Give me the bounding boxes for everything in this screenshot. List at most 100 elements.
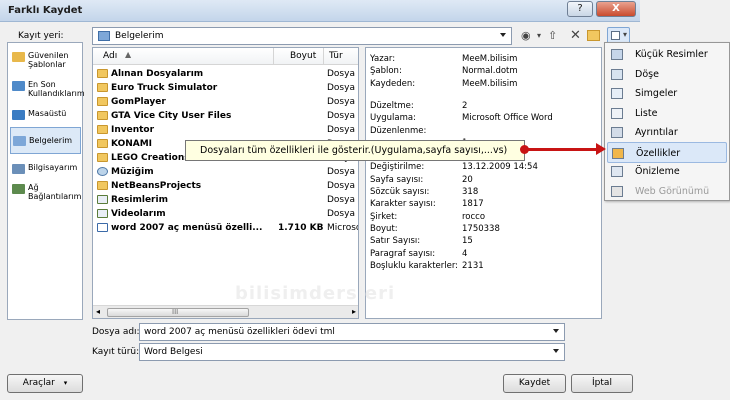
file-row[interactable]: Alınan Dosyalarım Dosya k	[93, 67, 358, 81]
file-row[interactable]: GomPlayer Dosya k	[93, 95, 358, 109]
property-label: Sözcük sayısı:	[370, 187, 430, 197]
file-row[interactable]: Resimlerim Dosya k	[93, 193, 358, 207]
places-bar: Güvenilen Şablonlar En Son Kullandıkları…	[7, 42, 85, 320]
tools-label: Araçlar	[22, 378, 55, 388]
file-row[interactable]: Müziğim Dosya k	[93, 165, 358, 179]
file-row[interactable]: Euro Truck Simulator Dosya k	[93, 81, 358, 95]
back-dropdown-icon[interactable]: ▾	[537, 28, 541, 44]
file-name: NetBeansProjects	[111, 181, 202, 191]
documents-icon	[13, 136, 26, 146]
filename-field[interactable]: word 2007 aç menüsü özellikleri ödevi tm…	[139, 323, 565, 341]
up-folder-icon[interactable]: ⇧	[548, 28, 557, 44]
property-value: 2	[462, 100, 468, 111]
property-value: 4	[462, 248, 468, 259]
close-button[interactable]: X	[596, 1, 636, 17]
place-recent[interactable]: En Son Kullandıklarım	[10, 80, 85, 98]
place-network[interactable]: Ağ Bağlantılarım	[10, 183, 81, 201]
file-list[interactable]: Adı ▲ Boyut Tür Alınan Dosyalarım Dosya k…	[92, 47, 359, 319]
property-value: 13.12.2009 14:54	[462, 162, 538, 173]
place-trusted-templates[interactable]: Güvenilen Şablonlar	[10, 51, 81, 69]
column-name[interactable]: Adı	[103, 51, 117, 61]
delete-icon[interactable]: ✕	[570, 28, 581, 44]
property-label: Kaydeden:	[370, 78, 416, 89]
place-desktop[interactable]: Masaüstü	[10, 109, 81, 120]
file-row[interactable]: GTA Vice City User Files Dosya k	[93, 109, 358, 123]
view-option-6[interactable]: Özellikler	[607, 141, 727, 163]
view-option-3[interactable]: Simgeler	[607, 83, 727, 104]
back-icon[interactable]: ◉	[521, 28, 531, 44]
property-value: 15	[462, 236, 473, 247]
property-value: rocco	[462, 211, 486, 222]
help-button[interactable]: ?	[567, 1, 593, 17]
save-button[interactable]: Kaydet	[503, 374, 566, 393]
view-option-label: Ayrıntılar	[635, 127, 678, 138]
tools-button[interactable]: Araçlar ▾	[7, 374, 83, 393]
desktop-icon	[12, 110, 25, 120]
file-row[interactable]: NetBeansProjects Dosya k	[93, 179, 358, 193]
file-name: Alınan Dosyalarım	[111, 69, 204, 79]
window-title: Farklı Kaydet	[8, 5, 83, 16]
file-row[interactable]: Inventor Dosya k	[93, 123, 358, 137]
filename-value: word 2007 aç menüsü özellikleri ödevi tm…	[144, 327, 335, 337]
file-name: Inventor	[111, 125, 155, 135]
computer-icon	[12, 164, 25, 174]
property-label: Şablon:	[370, 66, 402, 77]
file-list-header: Adı ▲ Boyut Tür	[93, 48, 358, 65]
property-label: Yazar:	[370, 54, 396, 64]
column-divider[interactable]	[273, 48, 274, 65]
property-value: 1750338	[462, 223, 500, 234]
horizontal-scrollbar[interactable]: ◂ III ▸	[93, 305, 358, 318]
view-option-label: Döşe	[635, 68, 659, 80]
file-type: Dosya k	[327, 195, 358, 205]
file-name: word 2007 aç menüsü özelli...	[111, 223, 263, 233]
view-option-label: Web Görünümü	[635, 185, 710, 197]
file-name: Euro Truck Simulator	[111, 83, 218, 93]
media-folder-icon	[97, 195, 108, 204]
cancel-button[interactable]: İptal	[571, 374, 633, 393]
column-divider[interactable]	[323, 48, 324, 65]
filetype-label: Kayıt türü:	[92, 347, 140, 357]
column-size[interactable]: Boyut	[290, 51, 316, 61]
scroll-right-icon[interactable]: ▸	[352, 307, 356, 316]
property-value: 20	[462, 174, 473, 185]
chevron-down-icon: ▾	[63, 379, 68, 387]
property-value: Normal.dotm	[462, 66, 518, 77]
view-option-5[interactable]: Ayrıntılar	[607, 122, 727, 143]
property-label: Paragraf sayısı:	[370, 248, 436, 259]
scroll-left-icon[interactable]: ◂	[96, 307, 100, 316]
location-label: Kayıt yeri:	[18, 31, 64, 41]
file-name: GTA Vice City User Files	[111, 111, 232, 121]
view-option-7[interactable]: Önizleme	[607, 161, 727, 182]
file-size: 1.710 KB	[278, 223, 324, 233]
file-type: Dosya k	[327, 83, 358, 93]
view-option-4[interactable]: Liste	[607, 103, 727, 124]
new-folder-icon[interactable]	[587, 30, 600, 41]
location-combo[interactable]: Belgelerim	[92, 27, 512, 45]
place-label: Bilgisayarım	[28, 163, 78, 172]
view-option-1[interactable]: Küçük Resimler	[607, 44, 727, 65]
word-document-icon	[97, 223, 108, 232]
file-name: KONAMI	[111, 139, 153, 149]
place-computer[interactable]: Bilgisayarım	[10, 163, 81, 174]
details-icon	[611, 127, 623, 138]
view-option-label: Küçük Resimler	[635, 49, 708, 60]
place-documents[interactable]: Belgelerim	[10, 127, 81, 154]
watermark: bilisimdersleri	[235, 283, 396, 304]
file-row[interactable]: word 2007 aç menüsü özelli... 1.710 KB Mic…	[93, 221, 358, 235]
property-label: Düzeltme:	[370, 100, 414, 111]
column-type[interactable]: Tür	[329, 51, 343, 61]
scrollbar-thumb[interactable]: III	[107, 308, 249, 317]
file-type: Dosya k	[327, 181, 358, 191]
filetype-select[interactable]: Word Belgesi	[139, 343, 565, 361]
file-row[interactable]: Videolarım Dosya k	[93, 207, 358, 221]
view-option-2[interactable]: Döşe	[607, 64, 727, 85]
tiles-icon	[611, 68, 623, 80]
property-label: Boşluklu karakterler:	[370, 260, 459, 271]
property-value: MeeM.bilisim	[462, 78, 518, 89]
property-label: Boyut:	[370, 223, 398, 234]
folder-icon	[97, 125, 108, 134]
template-icon	[12, 52, 25, 62]
music-folder-icon	[97, 167, 108, 176]
tooltip: Dosyaları tüm özellikleri ile gösterir.(…	[185, 140, 525, 161]
tooltip-text: Dosyaları tüm özellikleri ile gösterir.(…	[200, 145, 508, 156]
